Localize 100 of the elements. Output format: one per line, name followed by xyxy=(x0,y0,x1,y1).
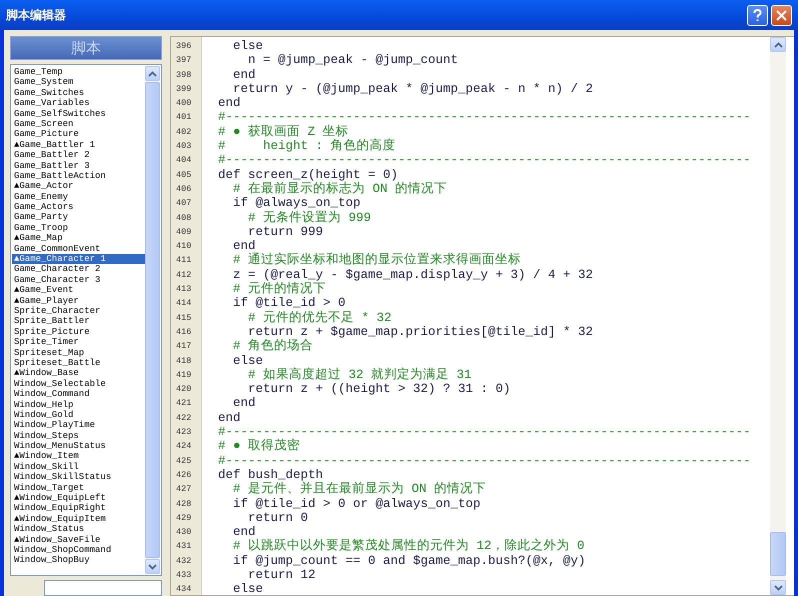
code-line: end xyxy=(232,68,257,82)
script-list-item[interactable]: Game_Character 3 xyxy=(12,274,145,286)
script-list-item[interactable]: Window_EquipRight xyxy=(12,503,145,514)
script-list-item[interactable]: Game_Party xyxy=(12,212,145,223)
line-number: 407 xyxy=(175,197,192,210)
code-comment: # 如果高度超过 32 就判定为满足 31 xyxy=(247,368,473,382)
script-list-item[interactable]: Window_Status xyxy=(12,524,145,535)
script-list-item[interactable]: Sprite_Character xyxy=(12,306,145,316)
script-list-item[interactable]: ▲Game_Map xyxy=(12,233,145,244)
line-number: 431 xyxy=(175,540,192,554)
script-list-item[interactable]: Window_PlayTime xyxy=(12,420,145,431)
script-list-item[interactable]: ▲Window_EquipLeft xyxy=(12,493,145,504)
script-list-item[interactable]: ▲Game_Actor xyxy=(12,181,145,192)
line-number: 404 xyxy=(175,154,192,168)
script-list-item[interactable]: Game_Temp xyxy=(12,67,145,78)
code-line: end xyxy=(232,396,257,411)
line-number: 411 xyxy=(175,254,192,268)
script-list-item[interactable]: Game_Battler 3 xyxy=(12,160,145,171)
code-line: return y - (@jump_peak * @jump_peak - n * n) / 2 xyxy=(232,82,594,96)
code-line: def screen_z(height = 0) xyxy=(218,168,400,182)
code-comment: # 元件的情况下 xyxy=(232,282,328,296)
code-line: if @tile_id > 0 xyxy=(232,296,347,310)
script-list-item[interactable]: Window_Skill xyxy=(12,462,145,472)
script-list-item[interactable]: ▲Window_Base xyxy=(12,368,145,379)
script-list-item[interactable]: ▲Window_EquipItem xyxy=(12,514,145,524)
code-comment: # 是元件、并且在最前显示为 ON 的情况下 xyxy=(232,482,488,496)
script-list-item[interactable]: Window_Steps xyxy=(12,430,145,442)
line-number: 398 xyxy=(175,68,192,82)
line-number: 418 xyxy=(175,354,192,368)
line-number: 399 xyxy=(175,82,192,96)
script-list-item[interactable]: Game_System xyxy=(12,77,145,88)
line-number: 403 xyxy=(175,140,192,154)
code-line: return 999 xyxy=(247,224,324,240)
code-comment: # 通过实际坐标和地图的显示位置来求得画面坐标 xyxy=(232,253,522,268)
script-list-item[interactable]: Window_Command xyxy=(12,389,145,400)
code-line: z = (@real_y - $game_map.display_y + 3) / 4 + 32 xyxy=(232,268,594,282)
script-list-item[interactable]: Game_Switches xyxy=(12,88,145,98)
script-list-item[interactable]: Sprite_Timer xyxy=(12,337,145,348)
script-list-item[interactable]: Game_Troop xyxy=(12,222,145,234)
line-number: 405 xyxy=(175,168,192,182)
line-number: 428 xyxy=(175,498,192,510)
code-line: end xyxy=(218,410,242,426)
script-list-item[interactable]: Game_CommonEvent xyxy=(12,244,145,254)
code-line: else xyxy=(232,582,264,595)
script-list-item[interactable]: ▲Game_Event xyxy=(12,285,145,296)
script-list-item[interactable]: Window_Help xyxy=(12,400,145,410)
script-list-item[interactable]: ▲Game_Character 1 xyxy=(12,254,145,264)
line-number: 415 xyxy=(175,312,192,325)
line-number: 413 xyxy=(175,283,192,296)
script-list-item[interactable]: ▲Window_Item xyxy=(12,451,145,462)
script-list-item[interactable]: Window_MenuStatus xyxy=(12,441,145,452)
line-number: 419 xyxy=(175,368,192,382)
line-number: 429 xyxy=(175,512,192,525)
line-number: 396 xyxy=(175,40,192,53)
code-line: return z + ((height > 32) ? 31 : 0) xyxy=(247,382,512,396)
line-number: 409 xyxy=(175,226,192,239)
script-list-item[interactable]: Window_Gold xyxy=(12,410,145,420)
line-number: 412 xyxy=(175,268,192,282)
script-list-item[interactable]: Game_Picture xyxy=(12,129,145,140)
code-line: else xyxy=(232,39,264,54)
line-number: 424 xyxy=(175,440,192,454)
line-number: 423 xyxy=(175,426,192,440)
code-comment: # 以跳跃中以外要是繁茂处属性的元件为 12，除此之外为 0 xyxy=(232,539,586,554)
script-list-item[interactable]: Spriteset_Battle xyxy=(12,358,145,368)
line-number: 402 xyxy=(175,126,192,139)
code-comment: #---------------------------------------------------------------------- xyxy=(218,425,752,440)
code-comment: # ● 获取画面 Z 坐标 xyxy=(218,124,350,139)
script-list-item[interactable]: Window_Selectable xyxy=(12,378,145,390)
script-list-item[interactable]: Game_Enemy xyxy=(12,192,145,202)
script-list-item[interactable]: Sprite_Battler xyxy=(12,316,145,327)
script-list-item[interactable]: Game_Variables xyxy=(12,98,145,109)
script-list-item[interactable]: Spriteset_Map xyxy=(12,348,145,358)
code-comment: # ● 取得茂密 xyxy=(218,439,302,454)
code-comment: # 在最前显示的标志为 ON 的情况下 xyxy=(232,182,448,196)
script-list-item[interactable]: Window_ShopCommand xyxy=(12,544,145,556)
script-list-item[interactable]: Sprite_Picture xyxy=(12,326,145,338)
line-number: 408 xyxy=(175,212,192,225)
script-list-item[interactable]: ▲Window_SaveFile xyxy=(12,534,145,545)
script-list-item[interactable]: Window_SkillStatus xyxy=(12,472,145,483)
code-comment: #---------------------------------------------------------------------- xyxy=(218,153,752,168)
script-list-item[interactable]: Game_SelfSwitches xyxy=(12,108,145,119)
code-comment: # height : 角色的高度 xyxy=(218,139,397,154)
script-list-item[interactable]: Game_Actors xyxy=(12,202,145,212)
code-comment: # 元件的优先不足 * 32 xyxy=(247,310,393,325)
script-list-item[interactable]: Game_BattleAction xyxy=(12,170,145,182)
script-list-item[interactable]: ▲Game_Battler 1 xyxy=(12,140,145,150)
line-number: 426 xyxy=(175,468,192,482)
code-comment: #---------------------------------------------------------------------- xyxy=(218,110,752,124)
line-number: 410 xyxy=(175,240,192,254)
script-list-item[interactable]: Window_ShopBuy xyxy=(12,555,145,566)
line-number: 400 xyxy=(175,97,192,110)
script-list-item[interactable]: ▲Game_Player xyxy=(12,296,145,306)
script-list-item[interactable]: Game_Screen xyxy=(12,118,145,130)
line-number: 433 xyxy=(175,568,192,582)
line-number: 417 xyxy=(175,340,192,354)
script-list-item[interactable]: Game_Character 2 xyxy=(12,264,145,275)
script-list-item[interactable]: Game_Battler 2 xyxy=(12,150,145,161)
line-number: 416 xyxy=(175,326,192,339)
code-line: if @tile_id > 0 or @always_on_top xyxy=(232,496,482,511)
script-list-item[interactable]: Window_Target xyxy=(12,482,145,494)
